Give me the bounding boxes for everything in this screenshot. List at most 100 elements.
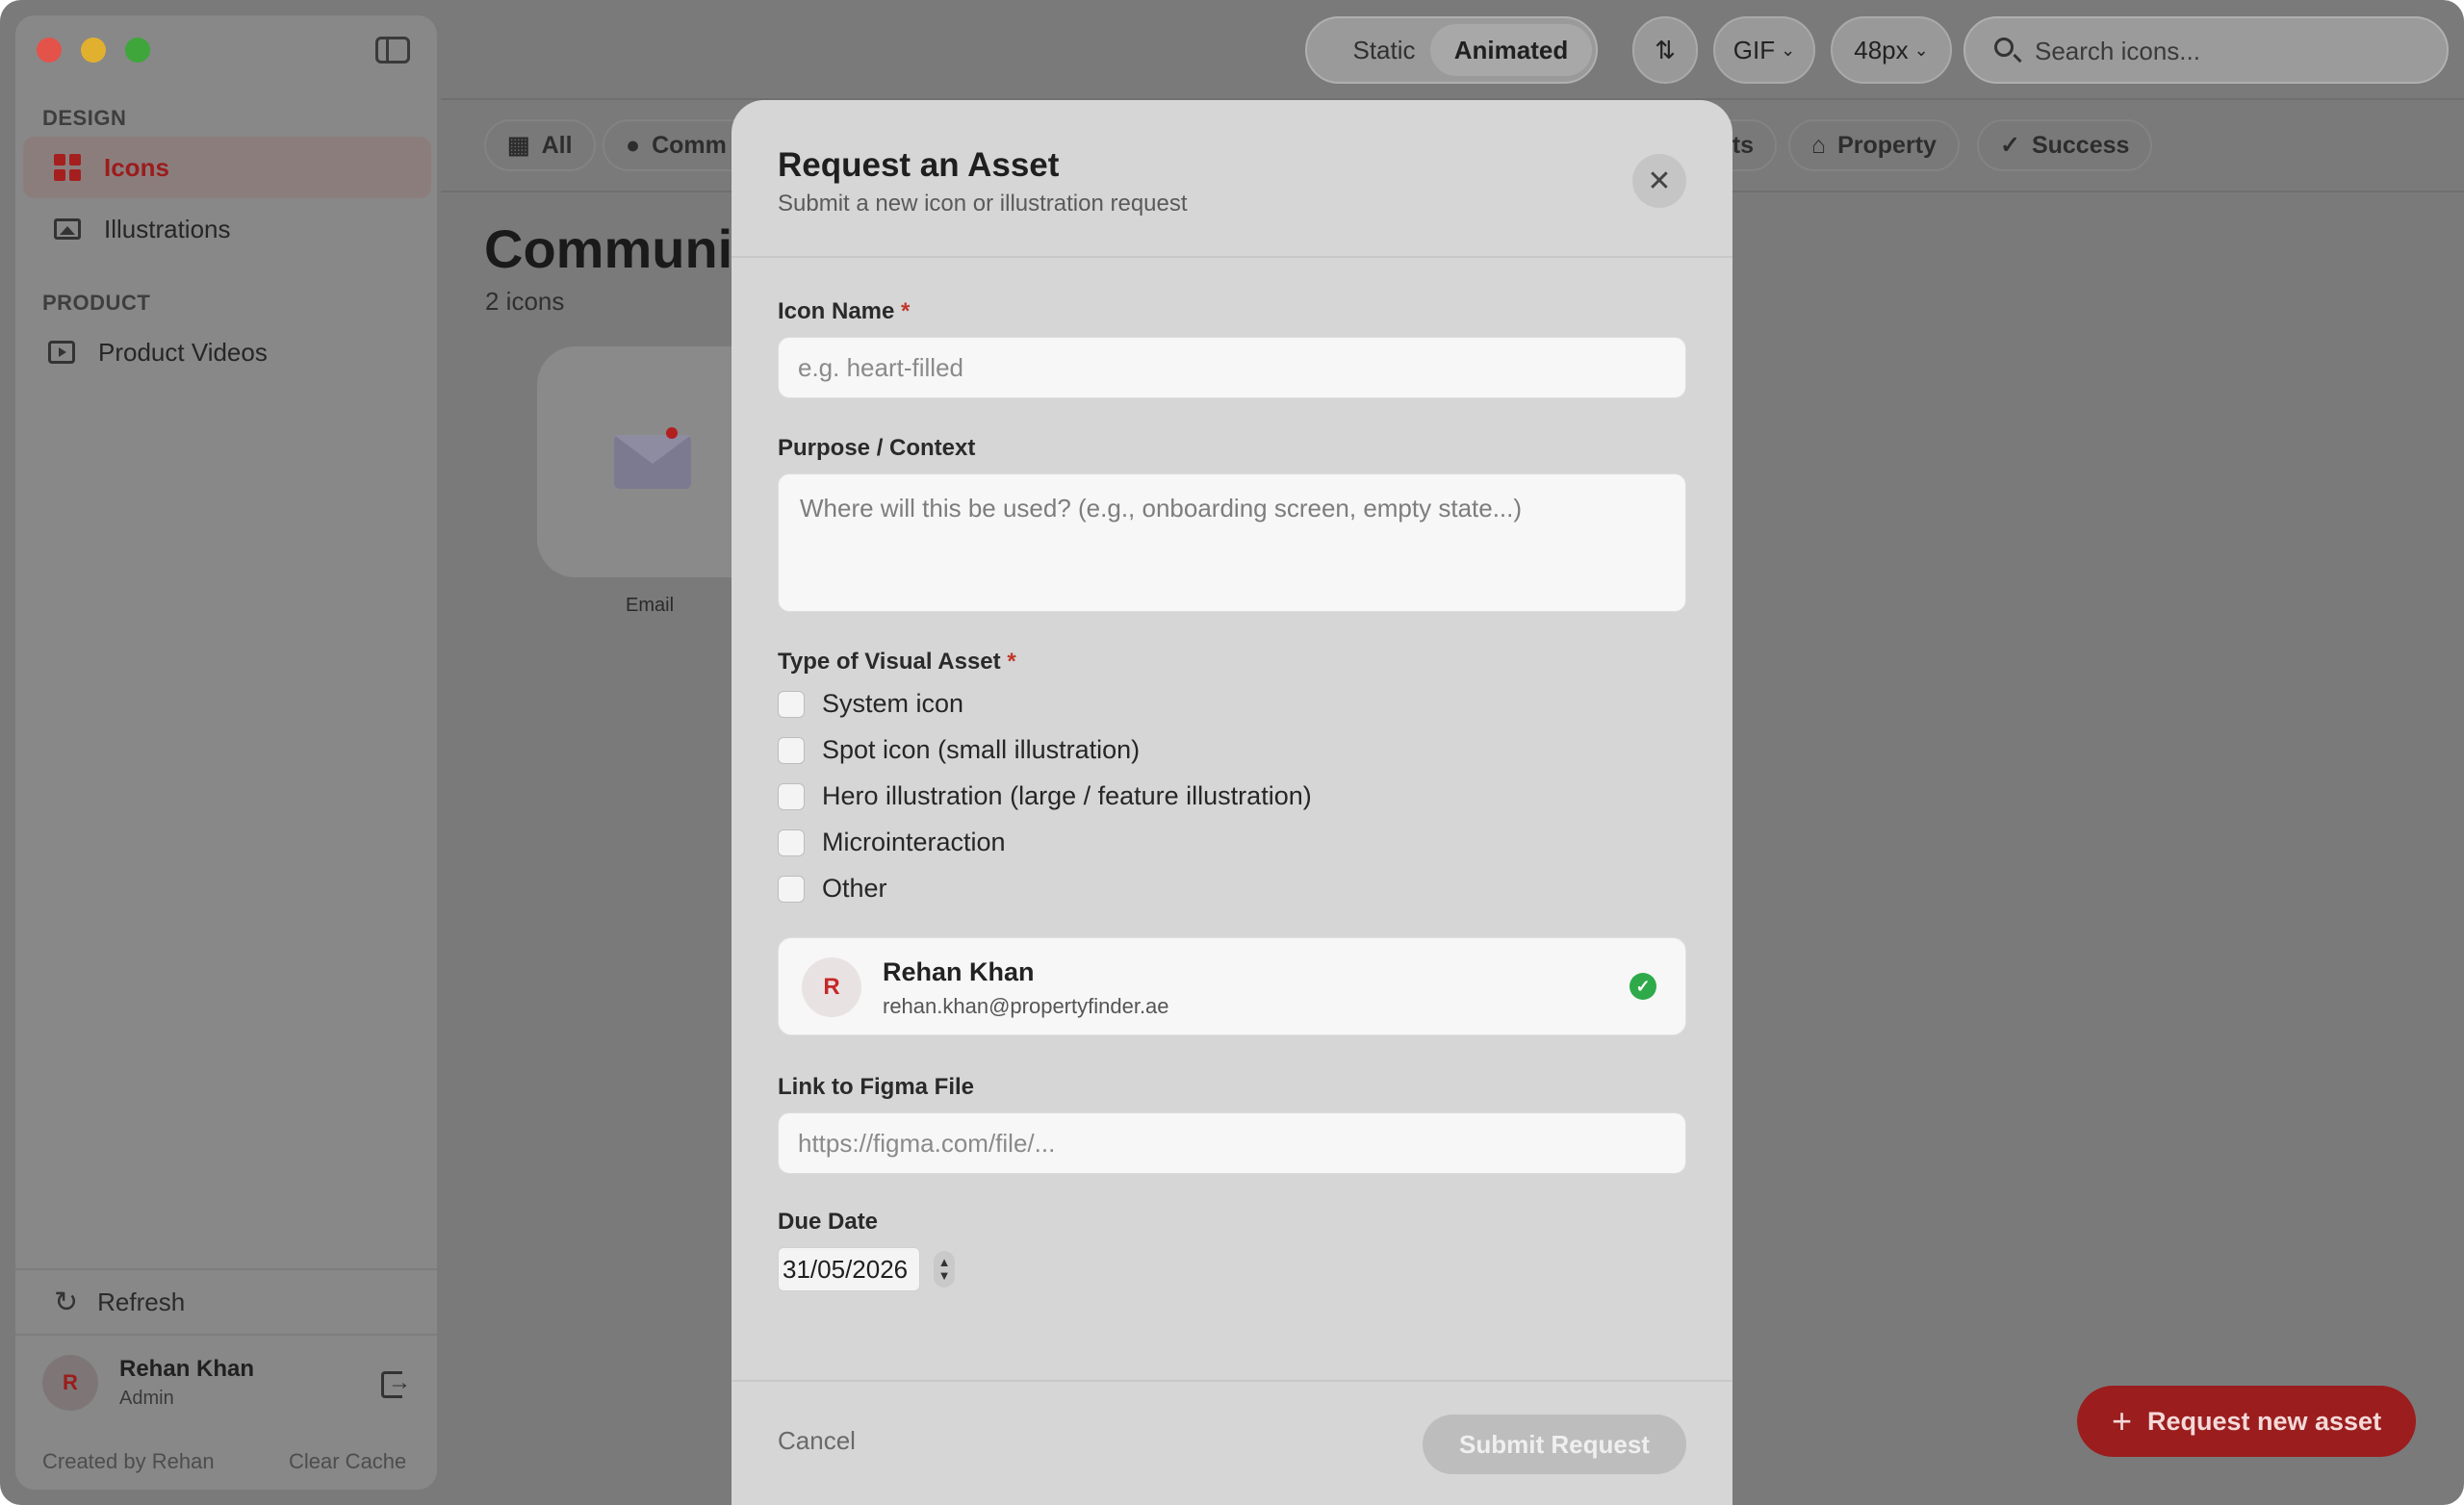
checkbox-label: Hero illustration (large / feature illus… bbox=[822, 781, 1312, 810]
chevron-down-icon: ⌄ bbox=[1781, 39, 1796, 60]
checkbox-microinteraction[interactable]: Microinteraction bbox=[778, 828, 1006, 857]
format-value: GIF bbox=[1732, 35, 1776, 64]
refresh-button[interactable]: ↻ Refresh bbox=[54, 1286, 185, 1319]
requester-email: rehan.khan@propertyfinder.ae bbox=[883, 994, 1169, 1018]
app-window: DESIGN Icons Illustrations PRODUCT Produ… bbox=[0, 0, 2464, 1505]
cancel-button[interactable]: Cancel bbox=[778, 1426, 856, 1456]
modal-title: Request an Asset bbox=[778, 146, 1060, 184]
close-icon[interactable]: ✕ bbox=[1632, 154, 1686, 208]
purpose-textarea[interactable] bbox=[778, 473, 1686, 612]
grid-icon bbox=[54, 154, 81, 181]
chip-success[interactable]: ✓ Success bbox=[1977, 119, 2153, 171]
icon-caption: Email bbox=[626, 595, 675, 616]
checkbox-label: Microinteraction bbox=[822, 828, 1006, 856]
section-title-product: PRODUCT bbox=[42, 291, 151, 315]
checkbox[interactable] bbox=[778, 736, 805, 764]
checkbox[interactable] bbox=[778, 829, 805, 856]
section-title-design: DESIGN bbox=[42, 106, 127, 130]
chip-property[interactable]: ⌂ Property bbox=[1788, 119, 1960, 171]
sidebar-item-illustrations[interactable]: Illustrations bbox=[23, 198, 431, 260]
plus-icon: + bbox=[2111, 1401, 2132, 1441]
user-name: Rehan Khan bbox=[119, 1356, 255, 1382]
created-by-text: Created by Rehan bbox=[42, 1449, 215, 1473]
sidebar-item-icons[interactable]: Icons bbox=[23, 137, 431, 198]
notification-dot bbox=[666, 427, 678, 439]
check-circle-icon: ✓ bbox=[2000, 132, 2020, 159]
icon-name-label: Icon Name * bbox=[778, 298, 911, 324]
search-placeholder: Search icons... bbox=[2035, 37, 2200, 65]
asset-type-label: Type of Visual Asset * bbox=[778, 649, 1016, 675]
page-title: Communi bbox=[484, 218, 733, 279]
checkbox[interactable] bbox=[778, 782, 805, 810]
close-window-button[interactable] bbox=[37, 38, 62, 63]
search-input[interactable]: Search icons... bbox=[1964, 16, 2449, 84]
image-icon bbox=[54, 218, 81, 240]
home-icon: ⌂ bbox=[1811, 131, 1827, 159]
segment-static[interactable]: Static bbox=[1324, 24, 1444, 76]
divider bbox=[732, 256, 1732, 258]
animation-mode-toggle: Static Animated bbox=[1305, 16, 1598, 84]
zoom-window-button[interactable] bbox=[125, 38, 150, 63]
checkbox-label: Other bbox=[822, 874, 887, 903]
checkbox-label: System icon bbox=[822, 689, 964, 718]
chip-all[interactable]: ▦ All bbox=[484, 119, 596, 171]
format-dropdown[interactable]: GIF ⌄ bbox=[1713, 16, 1815, 84]
chip-label: Success bbox=[2031, 131, 2130, 159]
avatar: R bbox=[802, 957, 861, 1017]
chat-icon: ● bbox=[626, 131, 641, 159]
avatar: R bbox=[42, 1355, 98, 1411]
grid-icon: ▦ bbox=[507, 132, 530, 159]
requester-card: R Rehan Khan rehan.khan@propertyfinder.a… bbox=[778, 937, 1686, 1035]
check-icon: ✓ bbox=[1630, 973, 1656, 1000]
sort-icon: ⇅ bbox=[1655, 35, 1676, 64]
checkbox-spot-icon[interactable]: Spot icon (small illustration) bbox=[778, 735, 1140, 765]
request-new-asset-button[interactable]: + Request new asset bbox=[2077, 1386, 2416, 1457]
divider bbox=[732, 1380, 1732, 1382]
checkbox-system-icon[interactable]: System icon bbox=[778, 689, 963, 719]
sidebar-item-product-videos[interactable]: Product Videos bbox=[23, 321, 431, 383]
chevron-up-icon: ▲ bbox=[937, 1255, 951, 1269]
divider bbox=[15, 1268, 437, 1270]
modal-subtitle: Submit a new icon or illustration reques… bbox=[778, 191, 1188, 217]
submit-request-button[interactable]: Submit Request bbox=[1423, 1415, 1686, 1474]
icon-count: 2 icons bbox=[485, 287, 565, 316]
figma-link-input[interactable] bbox=[778, 1112, 1686, 1174]
sidebar-item-label: Product Videos bbox=[98, 337, 268, 367]
sort-button[interactable]: ⇅ bbox=[1632, 16, 1698, 84]
chevron-down-icon: ⌄ bbox=[1913, 39, 1929, 60]
due-date-input[interactable]: 31/05/2026 bbox=[778, 1247, 920, 1291]
due-date-label: Due Date bbox=[778, 1209, 879, 1235]
size-dropdown[interactable]: 48px ⌄ bbox=[1831, 16, 1952, 84]
sidebar-item-label: Illustrations bbox=[104, 214, 231, 243]
play-icon bbox=[48, 341, 75, 364]
checkbox-other[interactable]: Other bbox=[778, 874, 887, 904]
refresh-icon: ↻ bbox=[54, 1287, 79, 1318]
checkbox[interactable] bbox=[778, 690, 805, 718]
request-asset-modal: Request an Asset Submit a new icon or il… bbox=[732, 100, 1732, 1505]
logout-icon[interactable] bbox=[381, 1369, 411, 1398]
checkbox[interactable] bbox=[778, 875, 805, 903]
clear-cache-link[interactable]: Clear Cache bbox=[289, 1449, 406, 1474]
chip-label: All bbox=[541, 131, 573, 159]
icon-name-input[interactable] bbox=[778, 337, 1686, 398]
sidebar-toggle-icon[interactable] bbox=[375, 37, 410, 64]
divider bbox=[15, 1334, 437, 1336]
refresh-label: Refresh bbox=[97, 1288, 186, 1316]
minimize-window-button[interactable] bbox=[81, 38, 106, 63]
segment-animated[interactable]: Animated bbox=[1430, 24, 1592, 76]
fab-label: Request new asset bbox=[2146, 1406, 2382, 1436]
sidebar-item-label: Icons bbox=[104, 152, 169, 182]
search-icon bbox=[1994, 38, 2014, 57]
size-value: 48px bbox=[1854, 35, 1909, 64]
checkbox-hero-illustration[interactable]: Hero illustration (large / feature illus… bbox=[778, 781, 1312, 811]
chip-label: Comm bbox=[652, 131, 727, 159]
requester-name: Rehan Khan bbox=[883, 957, 1035, 986]
email-icon bbox=[614, 435, 691, 489]
chevron-down-icon: ▼ bbox=[937, 1268, 951, 1283]
date-stepper[interactable]: ▲ ▼ bbox=[934, 1251, 955, 1288]
purpose-label: Purpose / Context bbox=[778, 435, 976, 461]
user-role: Admin bbox=[119, 1388, 174, 1409]
chip-label: Property bbox=[1837, 131, 1937, 159]
figma-link-label: Link to Figma File bbox=[778, 1074, 975, 1100]
checkbox-label: Spot icon (small illustration) bbox=[822, 735, 1141, 764]
